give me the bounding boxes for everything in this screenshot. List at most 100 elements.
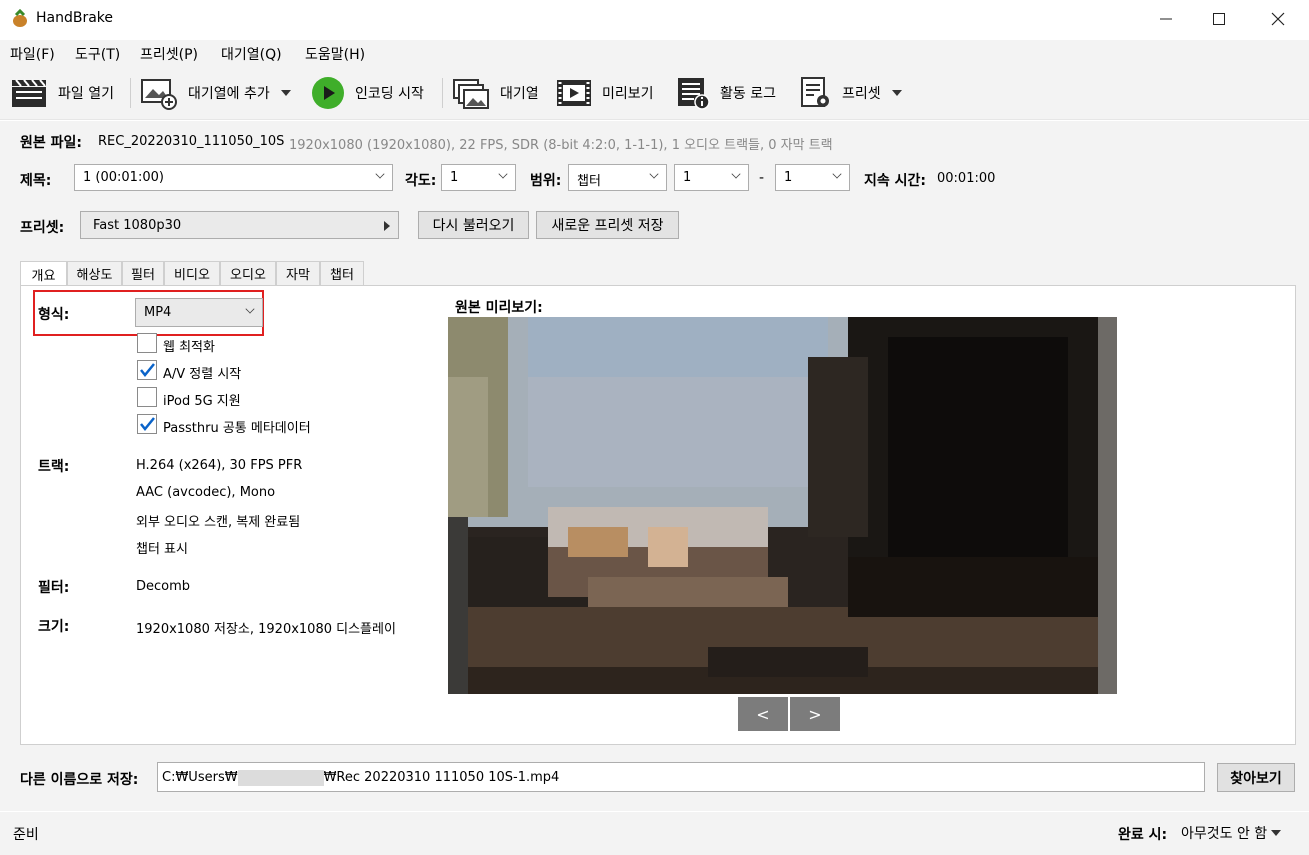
format-select[interactable]: MP4 (135, 298, 263, 327)
add-to-queue-button[interactable]: 대기열에 추가 (140, 74, 292, 112)
chevron-down-icon (245, 304, 255, 314)
presets-button[interactable]: 프리셋 (800, 74, 903, 112)
add-to-queue-label: 대기열에 추가 (188, 86, 270, 102)
play-icon (312, 77, 344, 109)
angle-label: 각도: (405, 173, 437, 189)
title-select-value: 1 (00:01:00) (83, 170, 164, 185)
preset-select-value: Fast 1080p30 (93, 218, 182, 233)
chevron-down-icon (731, 169, 741, 179)
range-start-select[interactable]: 1 (674, 164, 749, 191)
when-done-label: 완료 시: (1118, 827, 1168, 843)
checkmark-icon (140, 363, 155, 377)
range-end-value: 1 (784, 170, 793, 185)
activity-log-label: 활동 로그 (720, 86, 776, 102)
menu-tools[interactable]: 도구(T) (75, 44, 120, 64)
format-label: 형식: (38, 307, 70, 323)
maximize-icon (1213, 13, 1225, 25)
toolbar: 파일 열기 대기열에 추가 인코딩 시작 대기열 미리보기 활동 로그 프리셋 (0, 66, 1309, 120)
web-optimized-checkbox[interactable] (137, 333, 157, 353)
size-label: 크기: (38, 619, 70, 635)
filters-value: Decomb (136, 579, 191, 594)
tab-chapters[interactable]: 챕터 (320, 261, 364, 286)
chevron-down-icon (375, 169, 385, 179)
track-item: H.264 (x264), 30 FPS PFR (136, 458, 303, 473)
preset-select[interactable]: Fast 1080p30 (80, 211, 399, 239)
filters-label: 필터: (38, 580, 70, 596)
status-bar: 준비 완료 시: 아무것도 안 함 (0, 812, 1309, 855)
destination-path-input[interactable]: C:₩Users₩ ₩Rec 20220310 111050 10S-1.mp4 (157, 762, 1205, 792)
open-source-button[interactable]: 파일 열기 (10, 74, 114, 112)
tab-dimensions[interactable]: 해상도 (67, 261, 122, 286)
menu-file[interactable]: 파일(F) (10, 44, 55, 64)
menu-presets[interactable]: 프리셋(P) (140, 44, 198, 64)
web-optimized-label: 웹 최적화 (163, 340, 215, 355)
chevron-down-icon (498, 169, 508, 179)
tab-subtitles[interactable]: 자막 (276, 261, 320, 286)
when-done-value: 아무것도 안 함 (1181, 826, 1268, 842)
ipod-5g-label: iPod 5G 지원 (163, 394, 241, 409)
preview-label: 미리보기 (602, 86, 654, 102)
chevron-down-icon (649, 169, 659, 179)
activity-log-icon (678, 78, 710, 110)
duration-label: 지속 시간: (864, 173, 926, 189)
source-name: REC_20220310_111050_10S (98, 134, 285, 149)
source-preview-image (448, 317, 1117, 694)
align-av-label: A/V 정렬 시작 (163, 367, 242, 382)
close-button[interactable] (1252, 0, 1304, 38)
source-info: 1920x1080 (1920x1080), 22 FPS, SDR (8-bi… (289, 138, 833, 153)
tab-video[interactable]: 비디오 (164, 261, 220, 286)
range-start-value: 1 (683, 170, 692, 185)
save-new-preset-button[interactable]: 새로운 프리셋 저장 (536, 211, 679, 239)
range-label: 범위: (530, 173, 562, 189)
presets-gear-icon (801, 77, 829, 107)
angle-select-value: 1 (450, 170, 459, 185)
start-encode-label: 인코딩 시작 (355, 86, 424, 102)
tab-filters[interactable]: 필터 (122, 261, 164, 286)
title-select[interactable]: 1 (00:01:00) (74, 164, 393, 191)
align-av-checkbox[interactable] (137, 360, 157, 380)
minimize-button[interactable] (1140, 0, 1192, 38)
menu-queue[interactable]: 대기열(Q) (221, 44, 282, 64)
preset-label: 프리셋: (20, 220, 65, 236)
open-source-label: 파일 열기 (58, 86, 114, 102)
reload-preset-button[interactable]: 다시 불러오기 (418, 211, 529, 239)
redacted-username (237, 770, 324, 786)
tab-summary[interactable]: 개요 (20, 261, 67, 287)
menu-bar: 파일(F) 도구(T) 프리셋(P) 대기열(Q) 도움말(H) (0, 40, 1309, 66)
queue-label: 대기열 (500, 86, 539, 102)
passthru-metadata-checkbox[interactable] (137, 414, 157, 434)
range-end-select[interactable]: 1 (775, 164, 850, 191)
queue-button[interactable]: 대기열 (452, 74, 539, 112)
preview-prev-button[interactable]: < (738, 697, 788, 731)
tracks-label: 트랙: (38, 459, 70, 475)
dropdown-arrow-icon (891, 90, 902, 96)
browse-button[interactable]: 찾아보기 (1217, 763, 1295, 792)
maximize-button[interactable] (1193, 0, 1245, 38)
size-value: 1920x1080 저장소, 1920x1080 디스플레이 (136, 622, 396, 637)
preview-button[interactable]: 미리보기 (556, 74, 654, 112)
angle-select[interactable]: 1 (441, 164, 516, 191)
film-preview-icon (557, 80, 591, 106)
clapperboard-icon (12, 79, 46, 107)
dropdown-arrow-icon (1271, 830, 1282, 836)
checkmark-icon (140, 417, 155, 431)
ipod-5g-checkbox[interactable] (137, 387, 157, 407)
source-preview-label: 원본 미리보기: (455, 300, 543, 316)
destination-path-prefix: C:₩Users₩ (162, 770, 238, 785)
activity-log-button[interactable]: 활동 로그 (676, 74, 776, 112)
title-label: 제목: (20, 173, 52, 189)
when-done-dropdown[interactable]: 아무것도 안 함 (1181, 823, 1282, 843)
dropdown-arrow-icon (280, 90, 291, 96)
chevron-right-icon (384, 221, 390, 231)
window-title: HandBrake (36, 10, 114, 26)
preview-next-button[interactable]: > (790, 697, 840, 731)
menu-help[interactable]: 도움말(H) (305, 44, 365, 64)
save-as-label: 다른 이름으로 저장: (20, 772, 139, 788)
start-encode-button[interactable]: 인코딩 시작 (311, 74, 424, 112)
range-type-select[interactable]: 챕터 (568, 164, 667, 191)
track-item: AAC (avcodec), Mono (136, 485, 276, 500)
toolbar-separator (442, 78, 443, 108)
track-item: 외부 오디오 스캔, 복제 완료됨 (136, 515, 301, 530)
tab-audio[interactable]: 오디오 (220, 261, 276, 286)
queue-icon (453, 79, 489, 109)
